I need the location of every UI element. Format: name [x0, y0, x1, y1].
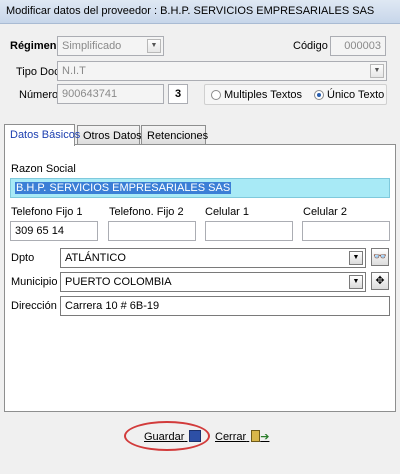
direccion-label: Dirección: [11, 300, 57, 312]
cel1-label: Celular 1: [205, 206, 250, 218]
codigo-label: Código: [293, 40, 328, 52]
cerrar-label: Cerrar: [215, 431, 247, 443]
radio-unico-label[interactable]: Único Texto: [327, 89, 384, 101]
municipio-value: PUERTO COLOMBIA: [65, 276, 172, 288]
regimen-select[interactable]: Simplificado ▼: [57, 36, 164, 56]
numero-label: Número: [19, 89, 59, 101]
regimen-value: Simplificado: [62, 40, 122, 52]
municipio-label: Municipio: [11, 276, 58, 288]
exit-arrow-icon: ➔: [260, 431, 270, 443]
razon-social-label: Razon Social: [11, 163, 76, 175]
direccion-input[interactable]: Carrera 10 # 6B-19: [60, 296, 390, 316]
dpto-value: ATLÁNTICO: [65, 252, 126, 264]
dpto-select[interactable]: ATLÁNTICO ▼: [60, 248, 366, 268]
tab-datos-basicos[interactable]: Datos Básicos: [4, 124, 80, 146]
tel2-input[interactable]: [108, 221, 196, 241]
cel2-label: Celular 2: [303, 206, 348, 218]
codigo-field[interactable]: 000003: [330, 36, 386, 56]
guardar-label: Guardar: [144, 431, 185, 443]
guardar-button[interactable]: Guardar: [144, 430, 202, 443]
binoculars-icon[interactable]: 👓: [371, 248, 389, 266]
tel2-label: Telefono. Fijo 2: [109, 206, 184, 218]
datos-basicos-panel: Razon Social B.H.P. SERVICIOS EMPRESARIA…: [4, 144, 396, 412]
razon-social-value: B.H.P. SERVICIOS EMPRESARIALES SAS: [15, 182, 232, 194]
tel1-label: Telefono Fijo 1: [11, 206, 83, 218]
razon-social-input[interactable]: B.H.P. SERVICIOS EMPRESARIALES SAS: [10, 178, 390, 198]
municipio-select[interactable]: PUERTO COLOMBIA ▼: [60, 272, 366, 292]
dpto-label: Dpto: [11, 252, 35, 264]
tab-retenciones[interactable]: Retenciones: [141, 125, 208, 145]
dv-field[interactable]: 3: [168, 84, 188, 104]
tab-otros-datos[interactable]: Otros Datos: [77, 125, 142, 145]
plus-icon[interactable]: ✥: [371, 272, 389, 290]
numero-field[interactable]: 900643741: [57, 84, 164, 104]
cel2-input[interactable]: [302, 221, 390, 241]
cerrar-button[interactable]: Cerrar ➔: [215, 430, 269, 443]
dropdown-arrow-icon: ▼: [147, 39, 161, 53]
tipo-doc-value: N.I.T: [62, 65, 86, 77]
tipo-doc-label: Tipo Doc: [16, 66, 60, 78]
regimen-label: Régimen: [10, 40, 57, 52]
exit-door-icon: [251, 430, 261, 442]
floppy-disk-icon: [189, 430, 202, 442]
cel1-input[interactable]: [205, 221, 293, 241]
tel1-input[interactable]: 309 65 14: [10, 221, 98, 241]
text-mode-radio-group: Multiples Textos Único Texto: [204, 84, 387, 105]
radio-unico[interactable]: [314, 90, 324, 100]
radio-multiples[interactable]: [211, 90, 221, 100]
tipo-doc-select[interactable]: N.I.T ▼: [57, 61, 387, 81]
radio-multiples-label[interactable]: Multiples Textos: [224, 89, 302, 101]
window-title: Modificar datos del proveedor : B.H.P. S…: [0, 0, 400, 24]
dropdown-arrow-icon: ▼: [349, 251, 363, 265]
dropdown-arrow-icon: ▼: [349, 275, 363, 289]
dropdown-arrow-icon: ▼: [370, 64, 384, 78]
